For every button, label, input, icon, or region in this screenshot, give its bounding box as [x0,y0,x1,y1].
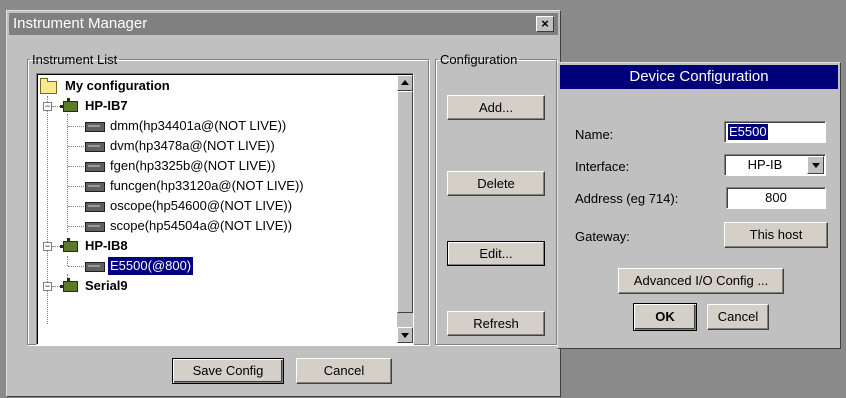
ok-button[interactable]: OK [633,303,697,331]
add-button[interactable]: Add... [447,95,545,120]
device-label: oscope(hp54600@(NOT LIVE)) [110,198,293,213]
collapse-icon[interactable]: − [43,102,52,111]
device-label: E5500(@800) [108,257,194,275]
name-label: Name: [575,127,614,142]
scroll-up-button[interactable] [397,75,413,91]
tree-root-label: My configuration [65,78,170,93]
tree-scrollbar[interactable] [397,75,413,343]
arrow-down-icon [401,333,409,338]
device-label: fgen(hp3325b@(NOT LIVE)) [110,158,276,173]
name-field-value: E5500 [728,124,768,140]
instrument-icon [85,122,105,132]
device-configuration-titlebar[interactable]: Device Configuration [560,65,838,89]
tree-line [67,256,68,266]
instrument-icon [85,182,105,192]
configuration-label: Configuration [440,52,518,67]
save-config-button[interactable]: Save Config [172,358,284,384]
tree-line [52,246,60,247]
close-icon: × [541,16,549,31]
tree-line [68,166,84,167]
chevron-down-icon [812,163,820,168]
scroll-thumb[interactable] [397,91,413,313]
name-field[interactable]: E5500 [724,121,826,143]
instrument-manager-titlebar[interactable]: Instrument Manager × [9,13,558,35]
gateway-this-host-button[interactable]: This host [724,222,828,248]
gateway-label: Gateway: [575,229,630,244]
tree-line [52,106,60,107]
tree-line [68,126,84,127]
delete-button[interactable]: Delete [447,171,545,196]
interface-dropdown-button[interactable] [807,156,824,174]
address-field[interactable]: 800 [726,187,826,209]
device-label: scope(hp54504a@(NOT LIVE)) [110,218,293,233]
instrument-manager-window: Instrument Manager × Instrument List My … [6,10,561,397]
tree-line [68,146,84,147]
scroll-down-button[interactable] [397,327,413,343]
tree-line [68,206,84,207]
close-button[interactable]: × [536,16,554,32]
device-configuration-dialog: Device Configuration Name: E5500 Interfa… [557,62,841,349]
bus-label: Serial9 [85,278,128,293]
arrow-up-icon [401,80,409,85]
instrument-icon [85,202,105,212]
cancel-button[interactable]: Cancel [296,358,392,384]
collapse-icon[interactable]: − [43,282,52,291]
interface-select-value: HP-IB [747,157,783,172]
device-label: dmm(hp34401a@(NOT LIVE)) [110,118,287,133]
tree-bus-hpib7[interactable]: − HP-IB7 [37,96,397,116]
tree-root[interactable]: My configuration [37,76,397,96]
instrument-list-label: Instrument List [32,52,118,67]
window-title: Instrument Manager [13,15,148,32]
advanced-io-config-button[interactable]: Advanced I/O Config ... [618,268,784,294]
instrument-icon [85,222,105,232]
folder-icon [40,78,57,94]
tree-device[interactable]: funcgen(hp33120a@(NOT LIVE)) [37,176,397,196]
bus-icon [60,278,78,292]
bus-label: HP-IB8 [85,238,128,253]
address-field-value: 800 [765,190,787,205]
bus-label: HP-IB7 [85,98,128,113]
tree-device[interactable]: scope(hp54504a@(NOT LIVE)) [37,216,397,236]
instrument-icon [85,262,105,272]
instrument-tree[interactable]: My configuration − HP-IB7 dmm(hp34401a@(… [36,73,414,345]
dialog-cancel-button[interactable]: Cancel [707,304,769,330]
instrument-icon [85,162,105,172]
instrument-list-group: Instrument List My configuration − HP-IB… [27,52,429,345]
bus-icon [60,238,78,252]
interface-label: Interface: [575,159,630,174]
edit-button[interactable]: Edit... [447,241,545,266]
tree-device[interactable]: dmm(hp34401a@(NOT LIVE)) [37,116,397,136]
dialog-title: Device Configuration [629,68,769,85]
tree-line [52,286,60,287]
tree-device-selected[interactable]: E5500(@800) [37,256,397,276]
configuration-group: Configuration Add... Delete Edit... Refr… [435,52,557,345]
tree-device[interactable]: dvm(hp3478a@(NOT LIVE)) [37,136,397,156]
bus-icon [60,98,78,112]
tree-line [68,226,84,227]
tree-device[interactable]: oscope(hp54600@(NOT LIVE)) [37,196,397,216]
device-label: funcgen(hp33120a@(NOT LIVE)) [110,178,304,193]
tree-bus-hpib8[interactable]: − HP-IB8 [37,236,397,256]
refresh-button[interactable]: Refresh [447,311,545,336]
device-label: dvm(hp3478a@(NOT LIVE)) [110,138,275,153]
address-label: Address (eg 714): [575,191,679,206]
instrument-icon [85,142,105,152]
tree-device[interactable]: fgen(hp3325b@(NOT LIVE)) [37,156,397,176]
collapse-icon[interactable]: − [43,242,52,251]
tree-bus-serial9[interactable]: − Serial9 [37,276,397,296]
tree-line [68,186,84,187]
tree-line [68,266,84,267]
interface-select[interactable]: HP-IB [724,154,826,176]
